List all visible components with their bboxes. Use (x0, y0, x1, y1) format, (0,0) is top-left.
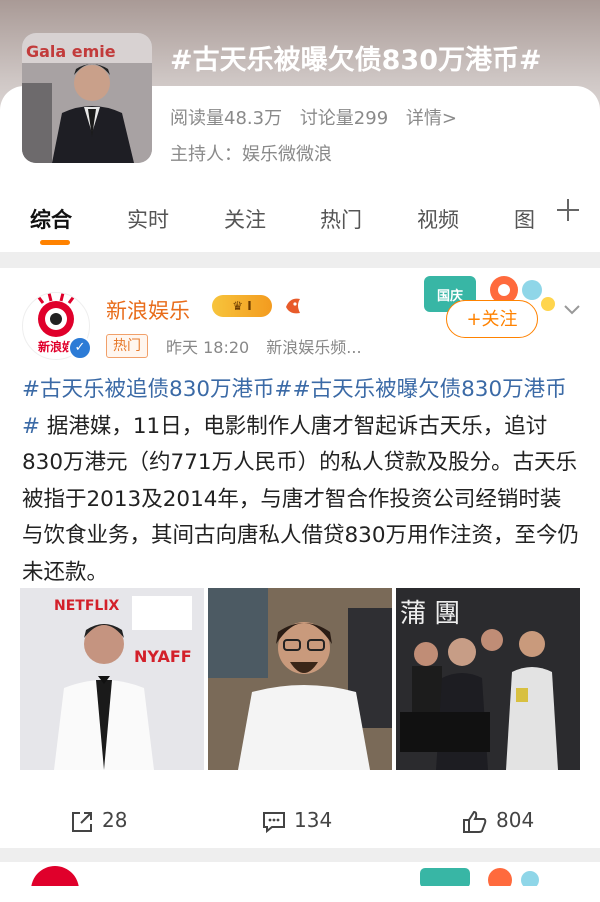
tab-hot[interactable]: 热门 (320, 204, 362, 234)
level-badge-text: I (247, 299, 252, 313)
post-meta: 昨天 18:20 新浪娱乐频... (166, 334, 362, 358)
svg-text:NETFLIX: NETFLIX (54, 598, 120, 614)
svg-text:Gala emie: Gala emie (26, 42, 116, 61)
add-tab-icon[interactable] (555, 196, 581, 231)
like-button[interactable]: 804 (462, 808, 535, 833)
thumbs-up-icon (463, 810, 487, 833)
tab-realtime[interactable]: 实时 (127, 204, 169, 234)
post-body: 据港媒，11日，电影制作人唐才智起诉古天乐，追讨830万港元（约771万人民币）… (22, 413, 580, 585)
crown-icon: ♛ (232, 299, 244, 313)
repost-count: 28 (102, 808, 128, 832)
like-count: 804 (496, 808, 535, 832)
tab-comprehensive[interactable]: 综合 (30, 204, 72, 234)
post-time: 昨天 18:20 (166, 338, 250, 357)
post-text: #古天乐被追债830万港币##古天乐被曝欠债830万港币# 据港媒，11日，电影… (22, 372, 582, 591)
post-photo[interactable] (208, 588, 392, 770)
comment-icon (263, 811, 285, 833)
comment-button[interactable]: 134 (262, 808, 333, 833)
chevron-down-icon[interactable] (562, 300, 582, 320)
author-name[interactable]: 新浪娱乐 (106, 295, 190, 325)
active-tab-indicator (40, 240, 70, 245)
topic-cover-image[interactable]: Gala emie (22, 33, 152, 163)
hot-tag: 热门 (106, 334, 148, 358)
tab-bar: 综合 实时 关注 热门 视频 图 (0, 186, 600, 252)
member-level-badge[interactable]: ♛ I (212, 295, 272, 317)
post-photo[interactable]: NETFLIX NYAFF (20, 588, 204, 770)
post-actions: 28 134 804 (0, 790, 600, 850)
comment-count: 134 (294, 808, 333, 832)
follow-button[interactable]: +关注 (446, 300, 538, 338)
repost-button[interactable]: 28 (70, 808, 127, 832)
post-photo[interactable]: 蒲 團 (396, 588, 580, 770)
topic-title: #古天乐被曝欠债830万港币# (170, 45, 542, 76)
hashtag-link[interactable]: #古天乐被追债830万港币# (22, 377, 293, 402)
discussion-count: 讨论量299 (299, 108, 389, 129)
topic-host[interactable]: 主持人：娱乐微微浪 (170, 140, 332, 166)
topic-stats: 阅读量48.3万 讨论量299 详情> (170, 104, 469, 130)
details-link[interactable]: 详情> (406, 108, 457, 129)
svg-text:NYAFF: NYAFF (134, 647, 192, 666)
post-source[interactable]: 新浪娱乐频... (266, 338, 361, 357)
photo-grid: NETFLIX NYAFF 蒲 團 (20, 588, 580, 770)
post-card: 新浪娱 ✓ 新浪娱乐 ♛ I 热门 昨天 18:20 新浪娱乐频... 国庆 +… (0, 268, 600, 848)
svg-text:蒲 團: 蒲 團 (400, 599, 460, 629)
verified-icon: ✓ (68, 336, 92, 360)
tab-video[interactable]: 视频 (417, 204, 459, 234)
fish-badge-icon[interactable] (282, 293, 304, 317)
tab-images[interactable]: 图 (514, 204, 535, 234)
read-count: 阅读量48.3万 (170, 108, 283, 129)
tab-following[interactable]: 关注 (224, 204, 266, 234)
topic-header: Gala emie #古天乐被曝欠债830万港币# 阅读量48.3万 讨论量29… (0, 0, 600, 196)
share-icon (72, 811, 92, 832)
next-post-card (0, 862, 600, 902)
